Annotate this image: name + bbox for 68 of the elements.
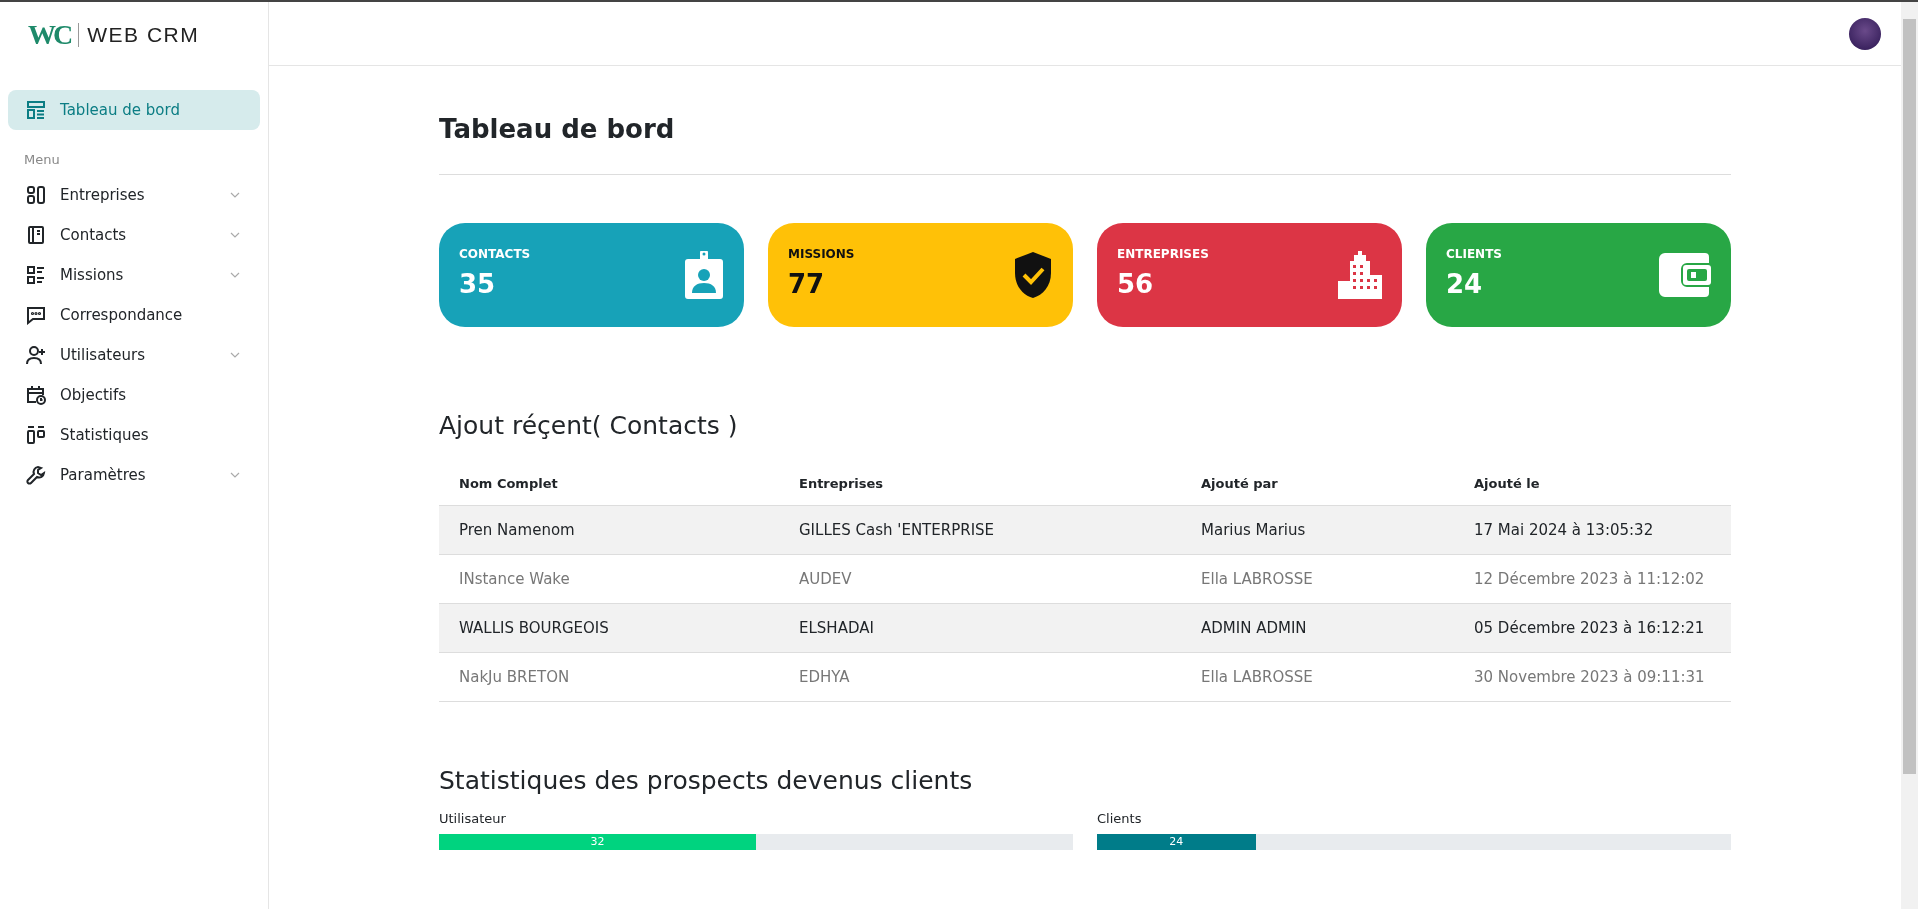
column-header: Entreprises — [779, 460, 1181, 506]
table-cell: Ella LABROSSE — [1181, 652, 1454, 702]
table-cell: 05 Décembre 2023 à 16:12:21 — [1454, 603, 1731, 653]
section-label: Menu — [23, 151, 61, 169]
grid-icon — [26, 185, 46, 205]
card-label: MISSIONS — [788, 247, 855, 261]
chevron-down-icon — [230, 232, 240, 238]
chevron-down-icon — [230, 272, 240, 278]
logo-text: WEB CRM — [87, 23, 200, 47]
section-title: Ajout réçent( Contacts ) — [439, 411, 739, 440]
shield-check-icon — [1013, 251, 1053, 299]
scrollbar[interactable] — [1901, 2, 1918, 909]
progress-fill: 32 — [439, 834, 756, 850]
notebook-icon — [26, 225, 46, 245]
sidebar-item[interactable]: Contacts — [8, 215, 260, 255]
card-value: 35 — [459, 269, 497, 299]
avatar[interactable] — [1849, 17, 1881, 50]
chevron-down-icon — [230, 192, 240, 198]
column-header: Ajouté par — [1181, 460, 1454, 506]
table-cell: 12 Décembre 2023 à 11:12:02 — [1454, 554, 1731, 604]
table-cell: NakJu BRETON — [439, 652, 779, 702]
chevron-down-icon — [230, 472, 240, 478]
card-value: 24 — [1446, 269, 1484, 299]
table-cell: ADMIN ADMIN — [1181, 603, 1454, 653]
calendar-clock-icon — [26, 385, 46, 405]
card-value: 56 — [1117, 269, 1155, 299]
id-badge-icon — [684, 251, 724, 299]
card-label: ENTREPRISES — [1117, 247, 1209, 261]
sidebar-item[interactable]: Utilisateurs — [8, 335, 260, 375]
column-header: Ajouté le — [1454, 460, 1731, 506]
page-title: Tableau de bord — [439, 114, 676, 144]
sidebar-item[interactable]: Objectifs — [8, 375, 260, 415]
table-cell: Pren Namenom — [439, 505, 779, 555]
bar-label: Utilisateur — [439, 811, 507, 826]
bar-label: Clients — [1097, 811, 1143, 826]
sidebar-item[interactable]: Tableau de bord — [8, 90, 260, 130]
table-cell: ELSHADAI — [779, 603, 1181, 653]
sidebar-item[interactable]: Statistiques — [8, 415, 260, 455]
wrench-icon — [26, 465, 46, 485]
sidebar-item[interactable]: Missions — [8, 255, 260, 295]
dashboard-icon — [26, 100, 46, 120]
chevron-down-icon — [230, 352, 240, 358]
bar-icon — [26, 425, 46, 445]
card-label: CLIENTS — [1446, 247, 1502, 261]
table-cell: 30 Novembre 2023 à 09:11:31 — [1454, 652, 1731, 702]
buildings-icon — [1338, 251, 1382, 299]
logo-mark: WC — [28, 19, 71, 51]
chat-icon — [26, 305, 46, 325]
section-title: Statistiques des prospects devenus clients — [439, 766, 974, 795]
user-plus-icon — [26, 345, 46, 365]
card-value: 77 — [788, 269, 826, 299]
table-cell: Ella LABROSSE — [1181, 554, 1454, 604]
table-cell: GILLES Cash 'ENTERPRISE — [779, 505, 1181, 555]
card-label: CONTACTS — [459, 247, 531, 261]
sidebar-item[interactable]: Paramètres — [8, 455, 260, 495]
table-cell: EDHYA — [779, 652, 1181, 702]
wallet-icon — [1659, 253, 1711, 297]
sidebar-item[interactable]: Entreprises — [8, 175, 260, 215]
scrollbar-thumb[interactable] — [1903, 19, 1916, 774]
table-cell: Marius Marius — [1181, 505, 1454, 555]
sidebar-item[interactable]: Correspondance — [8, 295, 260, 335]
table-cell: INstance Wake — [439, 554, 779, 604]
table-cell: WALLIS BOURGEOIS — [439, 603, 779, 653]
table-cell: AUDEV — [779, 554, 1181, 604]
list-icon — [26, 265, 46, 285]
table-cell: 17 Mai 2024 à 13:05:32 — [1454, 505, 1731, 555]
progress-fill: 24 — [1097, 834, 1256, 850]
column-header: Nom Complet — [439, 460, 779, 506]
